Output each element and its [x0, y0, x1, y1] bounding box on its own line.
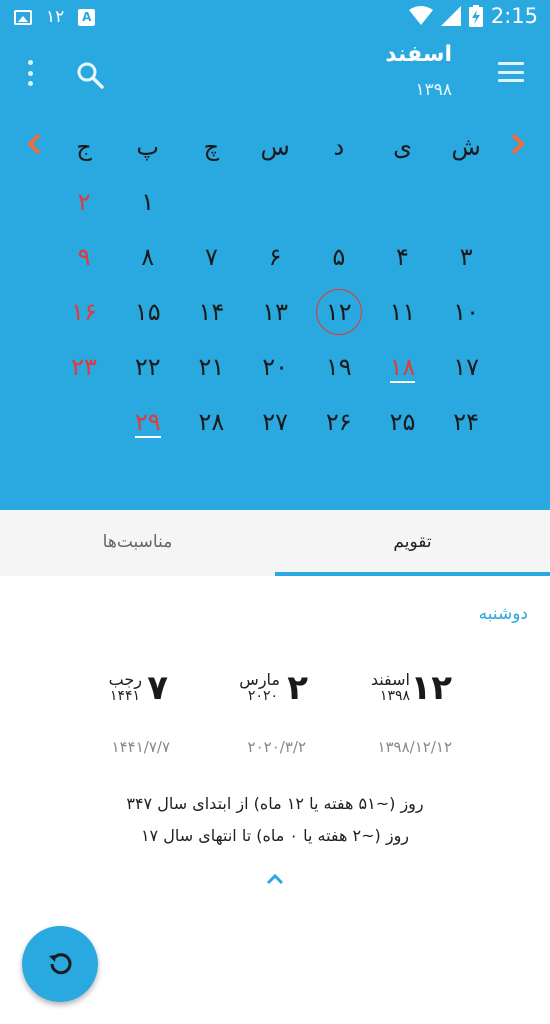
days-since-year-start: ۳۴۷ روز (~۵۱ هفته یا ۱۲ ماه) از ابتدای س…: [126, 794, 424, 813]
persian-numeric-date: ۱۳۹۸/۱۲/۱۲: [377, 738, 452, 756]
day-cell[interactable]: ۲۰: [243, 340, 307, 395]
day-cell[interactable]: ۲۲: [116, 340, 180, 395]
day-cell-holiday[interactable]: ۲۳: [52, 340, 116, 395]
week-row: ۱ ۲: [52, 175, 498, 230]
weekday-label: ی: [393, 133, 412, 161]
day-cell-holiday[interactable]: ۱۶: [52, 285, 116, 340]
gregorian-year: ۲۰۲۰: [247, 688, 278, 704]
weekday-label: د: [333, 133, 345, 161]
signal-icon: [440, 6, 461, 26]
days-until-year-end: ۱۷ روز (~۲ هفته یا ۰ ماه) تا انتهای سال: [140, 826, 410, 845]
day-cell-holiday[interactable]: ۲: [52, 175, 116, 230]
day-cell-holiday-event[interactable]: ۱۸: [371, 340, 435, 395]
week-row: ۱۰ ۱۱ ۱۲ ۱۳ ۱۴ ۱۵ ۱۶: [52, 285, 498, 340]
next-month-button[interactable]: [508, 132, 528, 156]
calendar-header: اسفند ۱۳۹۸ ش ی د س چ پ ج ۱ ۲ ۳ ۴ ۵ ۶ ۷ ۸…: [0, 34, 550, 510]
week-row: ۳ ۴ ۵ ۶ ۷ ۸ ۹: [52, 230, 498, 285]
weekday-label: ج: [76, 133, 92, 161]
day-cell[interactable]: ۱۹: [307, 340, 371, 395]
go-to-today-button[interactable]: [22, 926, 98, 1002]
weekday-row: ش ی د س چ پ ج: [52, 120, 498, 175]
day-cell[interactable]: ۱: [116, 175, 180, 230]
gregorian-month: مارس: [239, 670, 280, 689]
gregorian-numeric-date: ۲۰۲۰/۳/۲: [247, 738, 306, 756]
status-bar: ۱۲ A 2:15: [0, 0, 550, 34]
menu-icon[interactable]: [498, 62, 524, 82]
day-cell-today[interactable]: ۱۲: [307, 285, 371, 340]
persian-day: ۱۲: [410, 668, 452, 708]
persian-year: ۱۳۹۸: [379, 688, 410, 704]
week-row: ۱۷ ۱۸ ۱۹ ۲۰ ۲۱ ۲۲ ۲۳: [52, 340, 498, 395]
islamic-day: ۷: [147, 668, 168, 708]
islamic-date[interactable]: ۷ رجب ۱۴۴۱: [98, 668, 168, 712]
month-grid: ش ی د س چ پ ج ۱ ۲ ۳ ۴ ۵ ۶ ۷ ۸ ۹ ۱۰ ۱۱ ۱۲…: [52, 120, 498, 450]
wifi-icon: [408, 6, 433, 25]
day-cell[interactable]: ۸: [116, 230, 180, 285]
day-cell[interactable]: ۱۴: [180, 285, 244, 340]
day-cell[interactable]: ۲۶: [307, 395, 371, 450]
day-cell[interactable]: ۷: [180, 230, 244, 285]
day-cell-holiday[interactable]: ۹: [52, 230, 116, 285]
gregorian-date[interactable]: ۲ مارس ۲۰۲۰: [238, 668, 308, 712]
day-cell[interactable]: ۵: [307, 230, 371, 285]
week-row: ۲۴ ۲۵ ۲۶ ۲۷ ۲۸ ۲۹: [52, 395, 498, 450]
day-cell[interactable]: ۱۱: [371, 285, 435, 340]
day-cell-empty: [243, 175, 307, 230]
notification-number: ۱۲: [46, 7, 65, 27]
previous-month-button[interactable]: [24, 132, 44, 156]
day-cell[interactable]: ۲۷: [243, 395, 307, 450]
tab-bar: مناسبت‌ها تقویم: [0, 510, 550, 576]
day-cell-empty: [180, 175, 244, 230]
day-cell[interactable]: ۶: [243, 230, 307, 285]
day-cell-empty: [371, 175, 435, 230]
day-cell[interactable]: ۱۵: [116, 285, 180, 340]
gregorian-day: ۲: [287, 668, 308, 708]
day-cell[interactable]: ۱۰: [434, 285, 498, 340]
islamic-year: ۱۴۴۱: [109, 688, 140, 704]
day-cell[interactable]: ۲۱: [180, 340, 244, 395]
tab-calendar[interactable]: تقویم: [275, 510, 550, 576]
selected-weekday: دوشنبه: [478, 604, 528, 624]
search-icon[interactable]: [76, 61, 104, 89]
islamic-numeric-date: ۱۴۴۱/۷/۷: [111, 738, 170, 756]
month-title[interactable]: اسفند: [385, 42, 452, 67]
persian-date[interactable]: ۱۲ اسفند ۱۳۹۸: [370, 668, 452, 712]
overflow-menu-icon[interactable]: [26, 60, 34, 86]
day-cell[interactable]: ۲۵: [371, 395, 435, 450]
chevron-up-icon[interactable]: [265, 872, 285, 886]
day-cell[interactable]: ۱۷: [434, 340, 498, 395]
refresh-icon: [49, 953, 72, 975]
day-cell[interactable]: ۲۴: [434, 395, 498, 450]
persian-month: اسفند: [370, 670, 410, 689]
weekday-label: پ: [136, 133, 160, 161]
day-cell[interactable]: ۳: [434, 230, 498, 285]
day-cell-holiday-event[interactable]: ۲۹: [116, 395, 180, 450]
weekday-label: چ: [203, 133, 220, 161]
day-cell-empty: [52, 395, 116, 450]
app-notification-icon: A: [78, 8, 96, 26]
day-cell-empty: [307, 175, 371, 230]
image-notification-icon: [14, 9, 32, 25]
day-cell[interactable]: ۴: [371, 230, 435, 285]
tab-events[interactable]: مناسبت‌ها: [0, 510, 275, 576]
day-cell[interactable]: ۲۸: [180, 395, 244, 450]
battery-charging-icon: [468, 5, 483, 27]
day-cell[interactable]: ۱۳: [243, 285, 307, 340]
islamic-month: رجب: [108, 670, 142, 689]
clock: 2:15: [490, 4, 538, 28]
weekday-label: س: [260, 133, 290, 161]
weekday-label: ش: [451, 133, 481, 161]
day-cell-empty: [434, 175, 498, 230]
year-title[interactable]: ۱۳۹۸: [415, 80, 452, 100]
